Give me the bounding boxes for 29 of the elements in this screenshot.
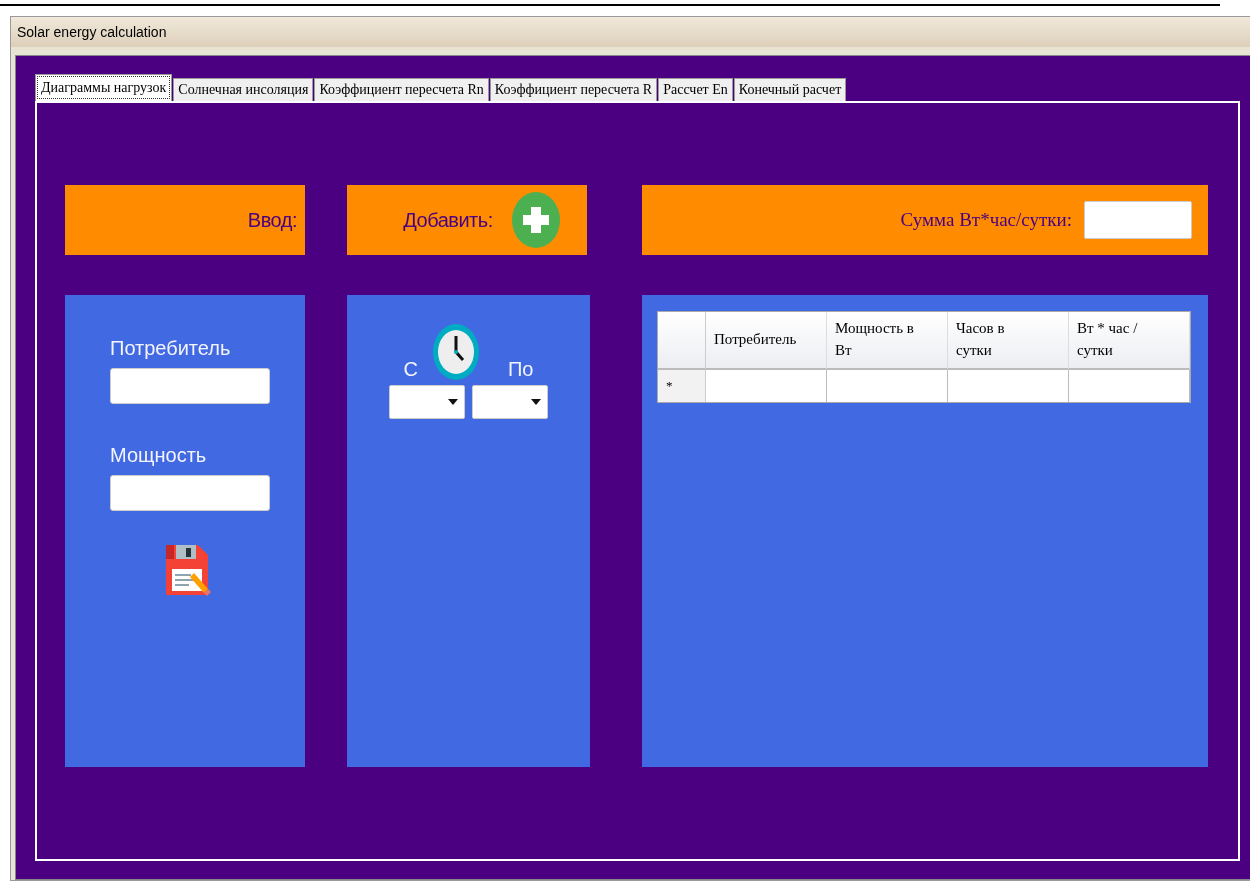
header-label: Ввод:: [247, 208, 297, 232]
column-header[interactable]: Часов в сутки: [948, 312, 1069, 370]
clock-icon: [431, 323, 480, 381]
tab[interactable]: Рассчет En: [658, 78, 733, 101]
add-icon[interactable]: [510, 191, 561, 249]
header-label: Добавить:: [403, 208, 493, 232]
time-dropdown[interactable]: [389, 385, 465, 419]
input-field[interactable]: [110, 368, 270, 404]
tab[interactable]: Солнечная инсоляция: [173, 78, 314, 101]
sum-field[interactable]: [1084, 201, 1192, 239]
caret-icon: [531, 399, 541, 405]
corner-header[interactable]: [658, 312, 706, 370]
column-header[interactable]: Мощность в Вт: [827, 312, 948, 370]
column-header[interactable]: Потребитель: [706, 312, 827, 370]
to-label: По: [507, 358, 534, 381]
new-row-marker: *: [658, 370, 706, 402]
field-label: Мощность: [110, 444, 208, 467]
caret-icon: [448, 399, 458, 405]
sum-label: Сумма Вт*час/сутки:: [900, 209, 1072, 231]
window-title: Solar energy calculation: [11, 17, 1250, 47]
tab[interactable]: Коэффициент пересчета R: [489, 78, 658, 101]
tab[interactable]: Коэффициент пересчета Rn: [314, 78, 489, 101]
input-field[interactable]: [110, 475, 270, 511]
field-label: Потребитель: [110, 337, 232, 360]
from-label: С: [403, 358, 418, 381]
column-header[interactable]: Вт * час / сутки: [1069, 312, 1190, 370]
tab[interactable]: Диаграммы нагрузок: [35, 74, 173, 101]
time-dropdown[interactable]: [472, 385, 548, 419]
tab[interactable]: Конечный расчет: [733, 78, 847, 101]
